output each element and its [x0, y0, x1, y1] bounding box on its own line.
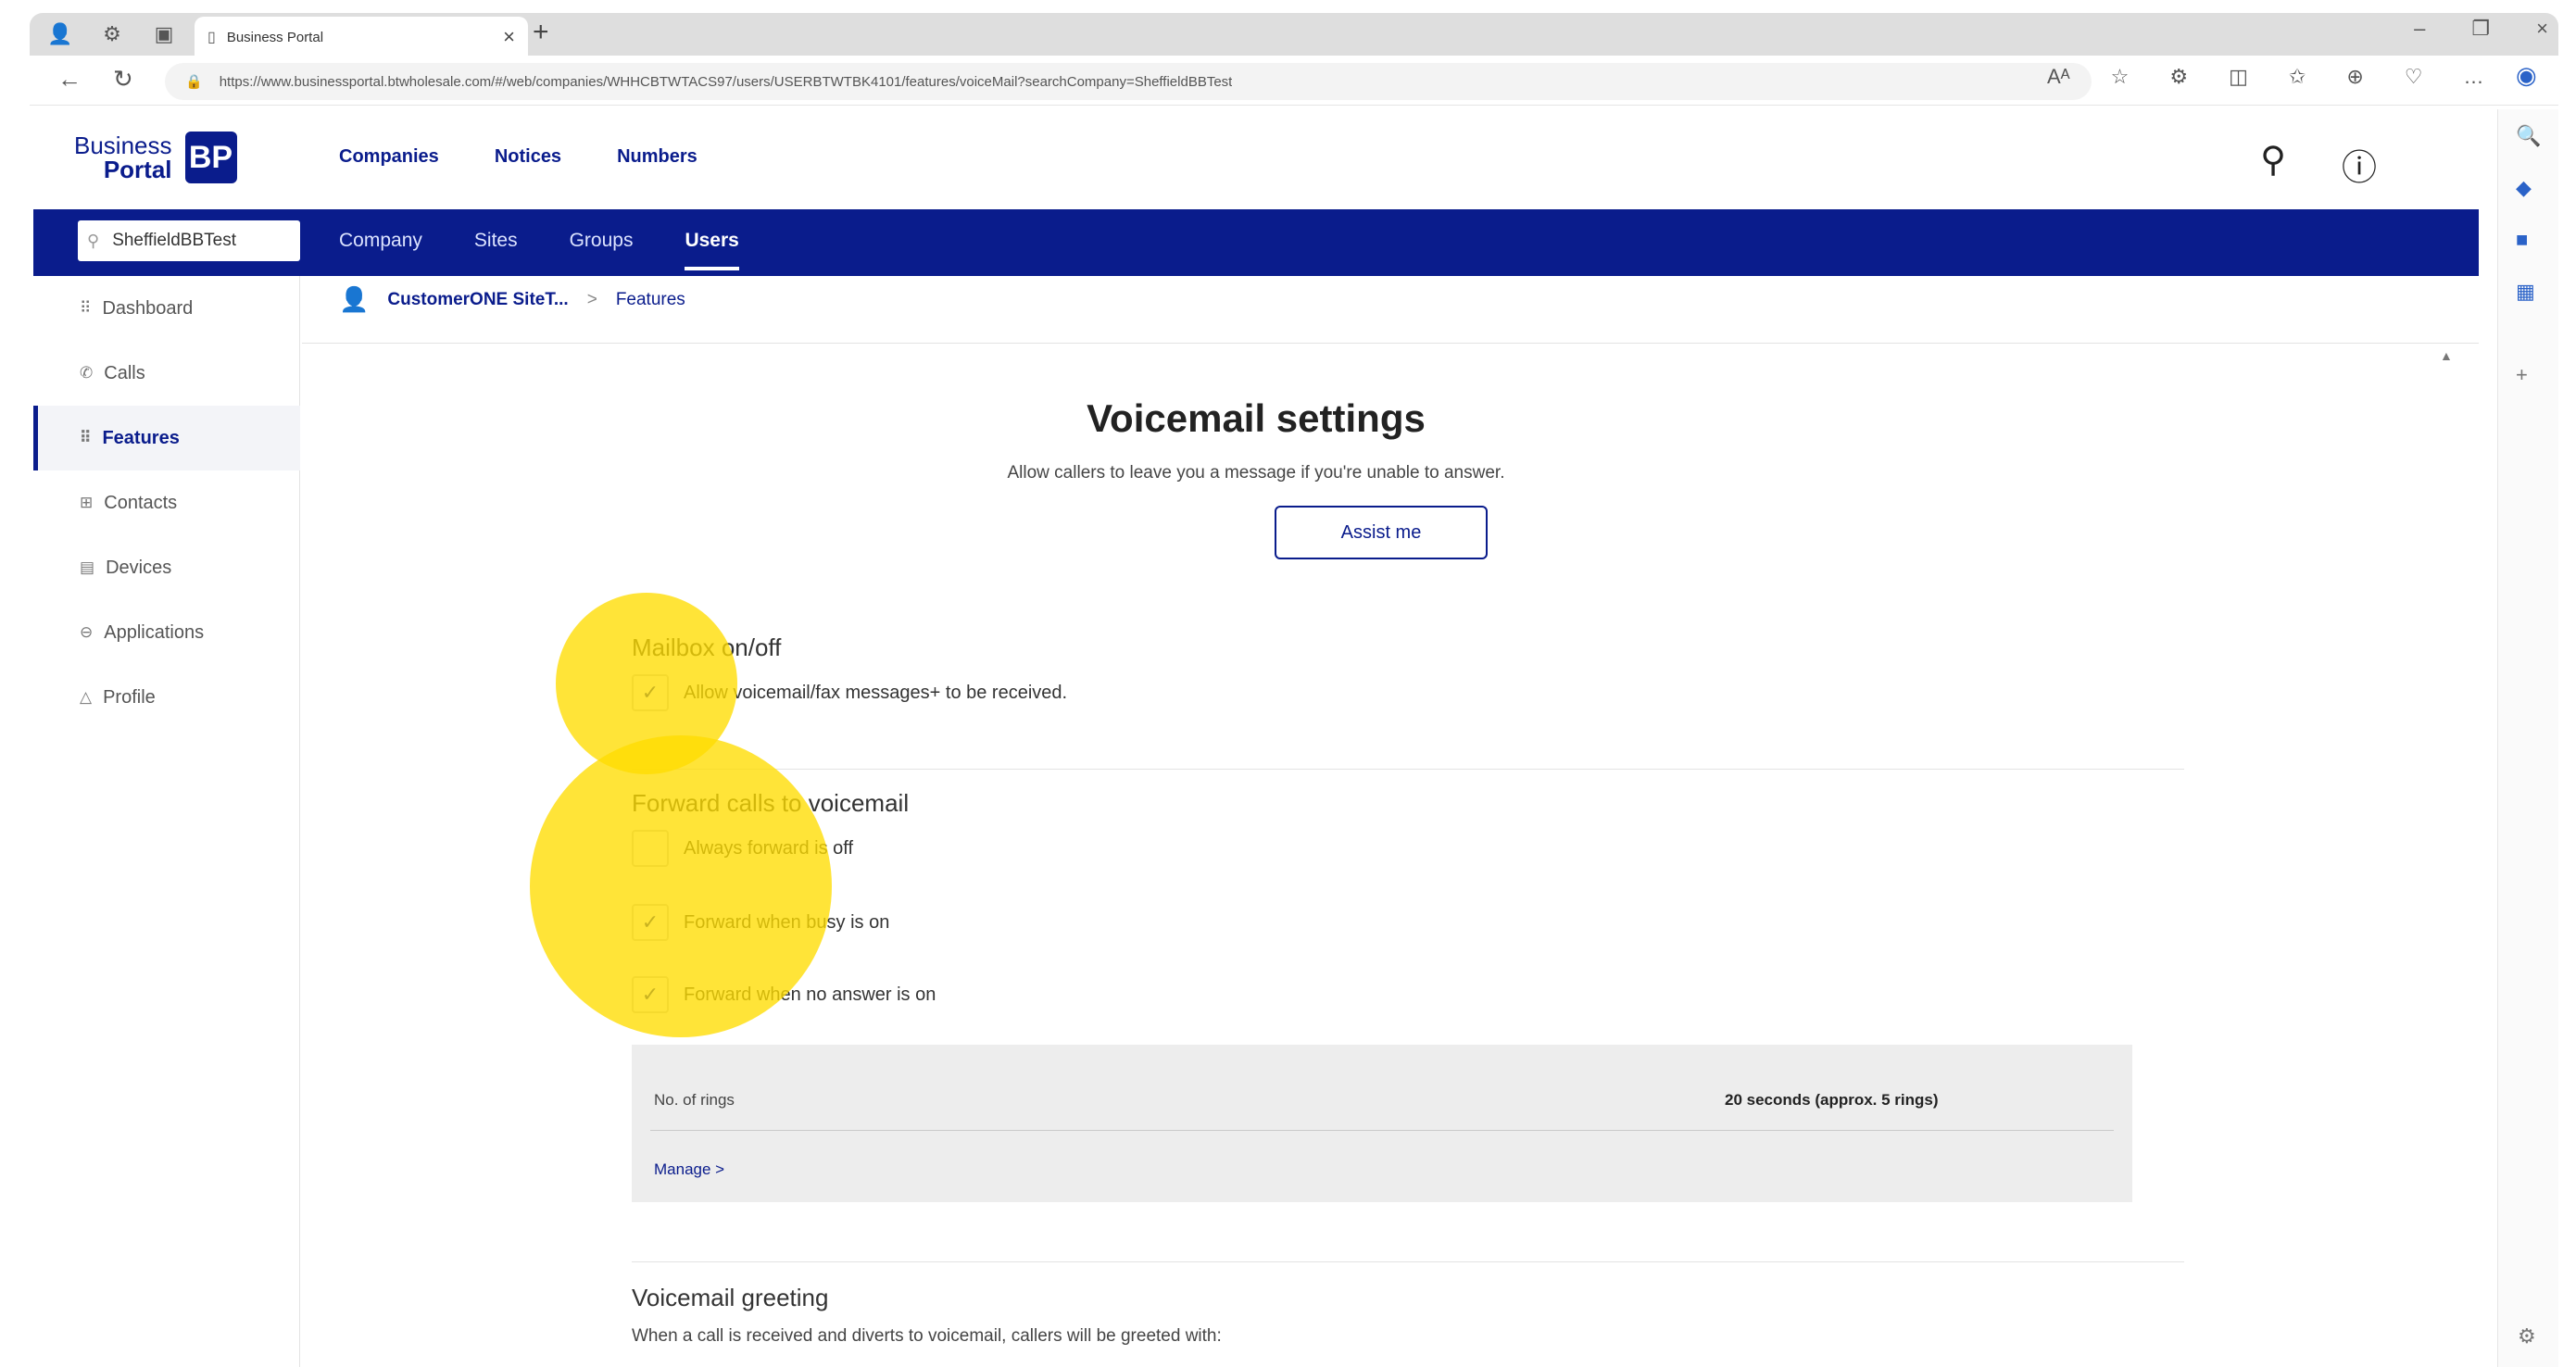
mailbox-option[interactable]: ✓ Allow voicemail/fax messages+ to be re… — [632, 674, 1067, 711]
forward-no-answer-option[interactable]: ✓ Forward when no answer is on — [632, 976, 936, 1013]
page-title: Voicemail settings — [1087, 396, 1426, 440]
sidebar-item-label: Profile — [103, 686, 156, 708]
company-search-value: SheffieldBBTest — [112, 231, 236, 250]
sidebar-item-label: Contacts — [104, 492, 178, 513]
top-nav: Companies Notices Numbers — [339, 146, 697, 168]
breadcrumb-divider — [302, 343, 2479, 344]
subnav-groups[interactable]: Groups — [570, 230, 634, 270]
apps-icon: ⊖ — [80, 623, 94, 641]
tab-actions-icon[interactable]: ▣ — [148, 19, 180, 50]
browser-essentials-icon[interactable]: ♡ — [2405, 65, 2423, 89]
forward-busy-checkbox[interactable]: ✓ — [632, 904, 669, 941]
page-icon: ▯ — [207, 30, 216, 45]
breadcrumb-separator: > — [586, 289, 597, 309]
back-icon[interactable]: ← — [57, 65, 82, 94]
rings-label: No. of rings — [654, 1091, 735, 1109]
scroll-up-arrow-icon[interactable]: ▲ — [2440, 348, 2453, 363]
sidebar-settings-icon[interactable]: ⚙ — [2518, 1324, 2536, 1348]
browser-tab[interactable]: ▯ Business Portal × — [195, 17, 528, 57]
minimize-icon[interactable]: – — [2414, 17, 2425, 41]
url-text: https://www.businessportal.btwholesale.c… — [219, 73, 1233, 90]
rings-divider — [650, 1130, 2114, 1131]
forward-no-answer-checkbox[interactable]: ✓ — [632, 976, 669, 1013]
logo-mark: BP — [184, 132, 237, 183]
sidebar-item-devices[interactable]: ▤ Devices — [33, 535, 300, 600]
help-icon[interactable]: ⓘ — [2342, 139, 2377, 190]
subnav-company[interactable]: Company — [339, 230, 422, 270]
extensions-icon[interactable]: ⚙ — [2169, 65, 2188, 89]
logo[interactable]: Business Portal BP — [74, 132, 237, 183]
tab-title: Business Portal — [226, 29, 324, 45]
contacts-icon: ⊞ — [80, 494, 94, 511]
grid-icon: ⠿ — [80, 299, 92, 317]
nav-companies[interactable]: Companies — [339, 146, 439, 168]
always-forward-checkbox[interactable] — [632, 830, 669, 867]
forward-no-answer-label: Forward when no answer is on — [684, 984, 936, 1005]
forward-title: Forward calls to voicemail — [632, 789, 910, 817]
new-tab-icon[interactable]: + — [533, 17, 549, 48]
nav-notices[interactable]: Notices — [495, 146, 561, 168]
read-aloud-icon[interactable]: Aᴬ — [2047, 65, 2070, 89]
collections-icon[interactable]: ⊕ — [2346, 65, 2363, 89]
page-subtitle: Allow callers to leave you a message if … — [1007, 463, 1505, 483]
breadcrumb-user[interactable]: CustomerONE SiteT... — [387, 290, 568, 310]
user-icon: 👤 — [339, 285, 370, 313]
greeting-description: When a call is received and diverts to v… — [632, 1326, 1222, 1346]
add-sidebar-icon[interactable]: + — [2516, 363, 2528, 387]
favorites-icon[interactable]: ✩ — [2289, 65, 2306, 89]
mailbox-title: Mailbox on/off — [632, 633, 782, 661]
workspaces-icon[interactable]: ⚙ — [96, 19, 128, 50]
copilot-icon[interactable]: ◉ — [2516, 61, 2537, 90]
sidebar-item-applications[interactable]: ⊖ Applications — [33, 600, 300, 665]
shopping-icon[interactable]: ◆ — [2516, 176, 2532, 200]
mailbox-option-label: Allow voicemail/fax messages+ to be rece… — [684, 682, 1068, 703]
sidebar-item-label: Dashboard — [102, 297, 194, 319]
section-divider — [632, 1261, 2184, 1262]
section-divider — [632, 769, 2184, 770]
profile-icon: △ — [80, 688, 93, 706]
assist-me-button[interactable]: Assist me — [1275, 506, 1488, 559]
favorite-star-icon[interactable]: ☆ — [2111, 65, 2130, 89]
phone-icon: ✆ — [80, 364, 94, 382]
search-sidebar-icon[interactable]: 🔍 — [2516, 124, 2541, 148]
url-field[interactable]: 🔒 https://www.businessportal.btwholesale… — [165, 63, 2092, 100]
close-tab-icon[interactable]: × — [503, 25, 515, 49]
business-portal-app: Business Portal BP Companies Notices Num… — [33, 109, 2479, 1367]
subnav-users[interactable]: Users — [685, 230, 739, 270]
outlook-icon[interactable]: ■ — [2516, 228, 2528, 252]
always-forward-label: Always forward is off — [684, 837, 854, 859]
sidebar-item-label: Applications — [104, 621, 205, 643]
forward-busy-option[interactable]: ✓ Forward when busy is on — [632, 904, 889, 941]
breadcrumb-current[interactable]: Features — [616, 290, 685, 310]
more-icon[interactable]: … — [2464, 65, 2484, 89]
logo-line2: Portal — [103, 156, 172, 183]
greeting-title: Voicemail greeting — [632, 1284, 829, 1311]
sidebar-item-label: Devices — [106, 557, 172, 578]
sidebar-item-dashboard[interactable]: ⠿ Dashboard — [33, 276, 300, 341]
sidebar-item-profile[interactable]: △ Profile — [33, 665, 300, 730]
device-icon: ▤ — [80, 558, 95, 576]
restore-icon[interactable]: ❐ — [2471, 17, 2490, 41]
company-search-input[interactable]: ⚲ SheffieldBBTest — [78, 220, 300, 261]
breadcrumb: 👤 CustomerONE SiteT... > Features — [339, 285, 685, 314]
lock-icon: 🔒 — [185, 74, 203, 90]
split-screen-icon[interactable]: ◫ — [2229, 65, 2248, 89]
profile-icon[interactable]: 👤 — [44, 19, 76, 50]
sidebar-item-label: Calls — [104, 362, 145, 383]
search-icon[interactable]: ⚲ — [2260, 139, 2286, 190]
subnav-sites[interactable]: Sites — [474, 230, 518, 270]
teams-icon[interactable]: ▦ — [2516, 280, 2535, 304]
rings-value: 20 seconds (approx. 5 rings) — [1725, 1091, 1939, 1109]
forward-busy-label: Forward when busy is on — [684, 911, 890, 933]
sub-nav-items: Company Sites Groups Users — [339, 230, 739, 270]
rings-panel: No. of rings 20 seconds (approx. 5 rings… — [632, 1045, 2132, 1202]
logo-line1: Business — [74, 132, 172, 159]
search-icon: ⚲ — [87, 231, 100, 250]
rings-manage-link[interactable]: Manage > — [654, 1160, 724, 1179]
always-forward-option[interactable]: Always forward is off — [632, 830, 853, 867]
nav-numbers[interactable]: Numbers — [617, 146, 697, 168]
mailbox-checkbox[interactable]: ✓ — [632, 674, 669, 711]
refresh-icon[interactable]: ↻ — [113, 65, 133, 94]
close-window-icon[interactable]: × — [2536, 17, 2548, 41]
